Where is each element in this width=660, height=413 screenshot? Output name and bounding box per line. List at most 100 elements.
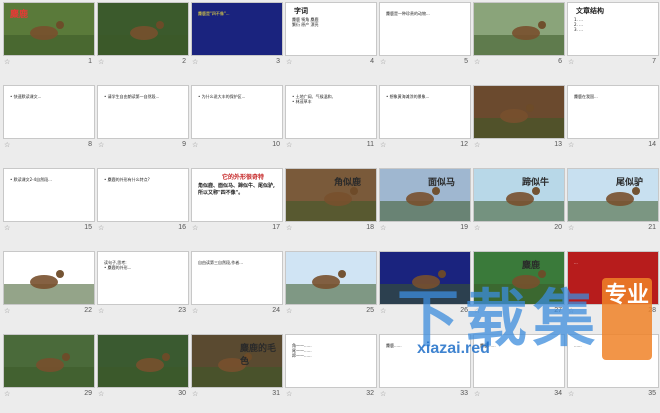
slide-thumbnail-31[interactable]: 麋鹿的毛色 ☆ 31 bbox=[190, 334, 284, 402]
slide-thumbnail-4[interactable]: 字词 麋鹿 犄角 麋鹿 繁衍 原产 漂亮 ☆ 4 bbox=[284, 2, 378, 70]
slide-preview[interactable]: ... bbox=[567, 251, 659, 305]
transition-star-icon[interactable]: ☆ bbox=[568, 307, 574, 315]
slide-thumbnail-3[interactable]: 麋鹿是"四不像"... ☆ 3 bbox=[190, 2, 284, 70]
slide-preview[interactable] bbox=[473, 2, 565, 56]
slide-preview[interactable]: • 麋鹿的外形有什么特点? bbox=[97, 168, 189, 222]
transition-star-icon[interactable]: ☆ bbox=[98, 141, 104, 149]
slide-preview[interactable]: ...... bbox=[567, 334, 659, 388]
slide-thumbnail-35[interactable]: ...... ☆ 35 bbox=[566, 334, 660, 402]
slide-thumbnail-6[interactable]: ☆ 6 bbox=[472, 2, 566, 70]
slide-preview[interactable]: 角似鹿 bbox=[285, 168, 377, 222]
transition-star-icon[interactable]: ☆ bbox=[192, 307, 198, 315]
slide-preview[interactable]: • 请学生自由朗读第一自然段... bbox=[97, 85, 189, 139]
slide-thumbnail-33[interactable]: 麋鹿...... ☆ 33 bbox=[378, 334, 472, 402]
transition-star-icon[interactable]: ☆ bbox=[4, 307, 10, 315]
slide-thumbnail-28[interactable]: ... ☆ 28 bbox=[566, 251, 660, 319]
transition-star-icon[interactable]: ☆ bbox=[286, 390, 292, 398]
slide-thumbnail-15[interactable]: • 默读课文2-4自然段... ☆ 15 bbox=[2, 168, 96, 236]
slide-thumbnail-18[interactable]: 角似鹿 ☆ 18 bbox=[284, 168, 378, 236]
transition-star-icon[interactable]: ☆ bbox=[192, 224, 198, 232]
slide-preview[interactable]: • 快速默读课文... bbox=[3, 85, 95, 139]
slide-thumbnail-25[interactable]: ☆ 25 bbox=[284, 251, 378, 319]
transition-star-icon[interactable]: ☆ bbox=[4, 141, 10, 149]
slide-thumbnail-23[interactable]: 读句子,思考: • 麋鹿的外形... ☆ 23 bbox=[96, 251, 190, 319]
slide-preview[interactable]: 麋鹿的毛色 bbox=[191, 334, 283, 388]
slide-preview[interactable]: 角——...... 尾——...... 蹄——...... bbox=[285, 334, 377, 388]
transition-star-icon[interactable]: ☆ bbox=[98, 224, 104, 232]
transition-star-icon[interactable]: ☆ bbox=[474, 58, 480, 66]
transition-star-icon[interactable]: ☆ bbox=[286, 141, 292, 149]
slide-preview[interactable]: 麋鹿...... bbox=[379, 334, 471, 388]
slide-preview[interactable] bbox=[285, 251, 377, 305]
transition-star-icon[interactable]: ☆ bbox=[98, 390, 104, 398]
slide-thumbnail-8[interactable]: • 快速默读课文... ☆ 8 bbox=[2, 85, 96, 153]
transition-star-icon[interactable]: ☆ bbox=[474, 390, 480, 398]
slide-thumbnail-32[interactable]: 角——...... 尾——...... 蹄——...... ☆ 32 bbox=[284, 334, 378, 402]
transition-star-icon[interactable]: ☆ bbox=[474, 224, 480, 232]
slide-preview[interactable]: 蹄似牛 bbox=[473, 168, 565, 222]
slide-preview[interactable]: 麋鹿 bbox=[3, 2, 95, 56]
slide-preview[interactable] bbox=[97, 2, 189, 56]
slide-thumbnail-27[interactable]: 麋鹿 ☆ 27 bbox=[472, 251, 566, 319]
transition-star-icon[interactable]: ☆ bbox=[286, 307, 292, 315]
slide-preview[interactable] bbox=[473, 85, 565, 139]
transition-star-icon[interactable]: ☆ bbox=[568, 58, 574, 66]
slide-preview[interactable]: 面似马 bbox=[379, 168, 471, 222]
slide-thumbnail-10[interactable]: • 为什么说大丰的保护区... ☆ 10 bbox=[190, 85, 284, 153]
slide-thumbnail-34[interactable]: 麋鹿...... ☆ 34 bbox=[472, 334, 566, 402]
transition-star-icon[interactable]: ☆ bbox=[4, 224, 10, 232]
transition-star-icon[interactable]: ☆ bbox=[286, 224, 292, 232]
transition-star-icon[interactable]: ☆ bbox=[192, 141, 198, 149]
transition-star-icon[interactable]: ☆ bbox=[98, 307, 104, 315]
slide-thumbnail-13[interactable]: ☆ 13 bbox=[472, 85, 566, 153]
slide-thumbnail-20[interactable]: 蹄似牛 ☆ 20 bbox=[472, 168, 566, 236]
slide-thumbnail-26[interactable]: ☆ 26 bbox=[378, 251, 472, 319]
slide-preview[interactable] bbox=[3, 334, 95, 388]
slide-thumbnail-12[interactable]: • 想象黄海滩涂的景象... ☆ 12 bbox=[378, 85, 472, 153]
transition-star-icon[interactable]: ☆ bbox=[4, 390, 10, 398]
slide-preview[interactable]: 文章结构 1. ... 2. ... 3. ... bbox=[567, 2, 659, 56]
slide-preview[interactable]: • 土地广阔、气候温和、 • 林茂草丰 bbox=[285, 85, 377, 139]
slide-preview[interactable]: 麋鹿是"四不像"... bbox=[191, 2, 283, 56]
slide-thumbnail-30[interactable]: ☆ 30 bbox=[96, 334, 190, 402]
transition-star-icon[interactable]: ☆ bbox=[474, 307, 480, 315]
transition-star-icon[interactable]: ☆ bbox=[192, 58, 198, 66]
transition-star-icon[interactable]: ☆ bbox=[380, 224, 386, 232]
slide-thumbnail-19[interactable]: 面似马 ☆ 19 bbox=[378, 168, 472, 236]
transition-star-icon[interactable]: ☆ bbox=[192, 390, 198, 398]
slide-thumbnail-16[interactable]: • 麋鹿的外形有什么特点? ☆ 16 bbox=[96, 168, 190, 236]
transition-star-icon[interactable]: ☆ bbox=[380, 141, 386, 149]
slide-preview[interactable]: 麋鹿 bbox=[473, 251, 565, 305]
slide-thumbnail-17[interactable]: 它的外形很奇特 角似鹿、面似马、蹄似牛、尾似驴,所以又称"四不像"。 ☆ 17 bbox=[190, 168, 284, 236]
transition-star-icon[interactable]: ☆ bbox=[474, 141, 480, 149]
slide-preview[interactable]: 麋鹿是一种珍贵的动物... bbox=[379, 2, 471, 56]
slide-preview[interactable]: 读句子,思考: • 麋鹿的外形... bbox=[97, 251, 189, 305]
transition-star-icon[interactable]: ☆ bbox=[380, 390, 386, 398]
slide-preview[interactable]: • 默读课文2-4自然段... bbox=[3, 168, 95, 222]
transition-star-icon[interactable]: ☆ bbox=[568, 390, 574, 398]
slide-thumbnail-5[interactable]: 麋鹿是一种珍贵的动物... ☆ 5 bbox=[378, 2, 472, 70]
slide-preview[interactable] bbox=[97, 334, 189, 388]
transition-star-icon[interactable]: ☆ bbox=[4, 58, 10, 66]
slide-thumbnail-11[interactable]: • 土地广阔、气候温和、 • 林茂草丰 ☆ 11 bbox=[284, 85, 378, 153]
slide-preview[interactable] bbox=[3, 251, 95, 305]
slide-preview[interactable]: 自由读第三自然段,作者... bbox=[191, 251, 283, 305]
slide-thumbnail-29[interactable]: ☆ 29 bbox=[2, 334, 96, 402]
slide-thumbnail-7[interactable]: 文章结构 1. ... 2. ... 3. ... ☆ 7 bbox=[566, 2, 660, 70]
slide-thumbnail-2[interactable]: ☆ 2 bbox=[96, 2, 190, 70]
transition-star-icon[interactable]: ☆ bbox=[380, 307, 386, 315]
slide-thumbnail-9[interactable]: • 请学生自由朗读第一自然段... ☆ 9 bbox=[96, 85, 190, 153]
slide-preview[interactable]: 麋鹿在我国... bbox=[567, 85, 659, 139]
slide-preview[interactable]: 尾似驴 bbox=[567, 168, 659, 222]
transition-star-icon[interactable]: ☆ bbox=[380, 58, 386, 66]
slide-thumbnail-24[interactable]: 自由读第三自然段,作者... ☆ 24 bbox=[190, 251, 284, 319]
transition-star-icon[interactable]: ☆ bbox=[98, 58, 104, 66]
slide-thumbnail-21[interactable]: 尾似驴 ☆ 21 bbox=[566, 168, 660, 236]
slide-preview[interactable]: 它的外形很奇特 角似鹿、面似马、蹄似牛、尾似驴,所以又称"四不像"。 bbox=[191, 168, 283, 222]
transition-star-icon[interactable]: ☆ bbox=[286, 58, 292, 66]
slide-thumbnail-22[interactable]: ☆ 22 bbox=[2, 251, 96, 319]
transition-star-icon[interactable]: ☆ bbox=[568, 141, 574, 149]
slide-thumbnail-14[interactable]: 麋鹿在我国... ☆ 14 bbox=[566, 85, 660, 153]
slide-thumbnail-1[interactable]: 麋鹿 ☆ 1 bbox=[2, 2, 96, 70]
slide-preview[interactable]: 麋鹿...... bbox=[473, 334, 565, 388]
